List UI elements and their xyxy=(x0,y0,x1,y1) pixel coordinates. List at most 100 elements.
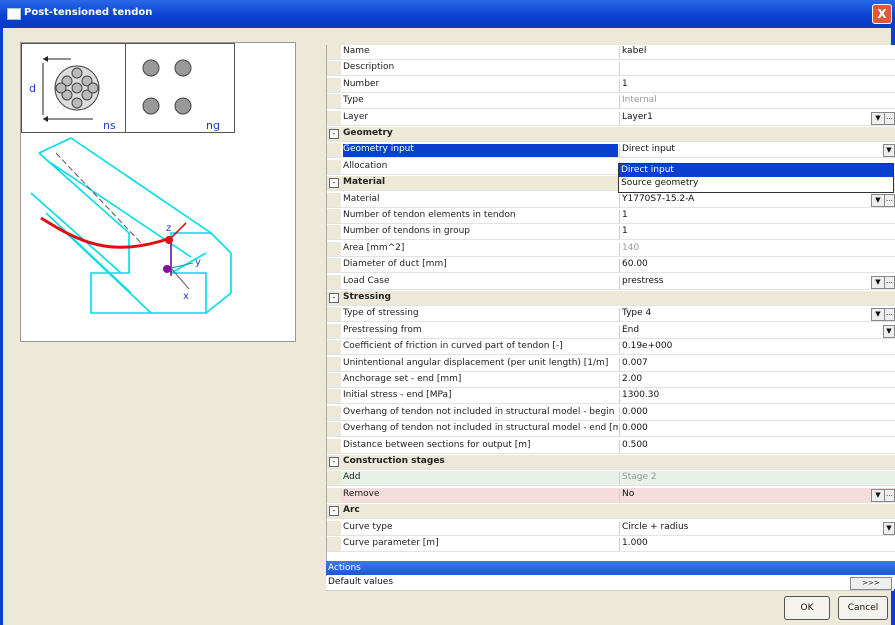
default-values-button[interactable]: >>> xyxy=(850,577,892,590)
property-name: Description xyxy=(343,62,395,73)
dropdown-arrow-icon[interactable]: ▼ xyxy=(883,144,895,158)
collapse-toggle-icon[interactable]: - xyxy=(329,293,339,303)
collapse-toggle-icon[interactable]: - xyxy=(329,506,339,517)
row-gutter xyxy=(327,487,341,502)
label-ns: ns xyxy=(103,119,116,132)
property-value[interactable]: 1 xyxy=(619,210,895,223)
label-d: d xyxy=(29,82,36,95)
property-value[interactable]: 0.500 xyxy=(619,439,895,453)
property-value[interactable]: Circle + radius xyxy=(619,521,895,535)
property-row[interactable]: Overhang of tendon not included in struc… xyxy=(327,405,895,421)
property-grid: Name kabel Description Number 1 Type Internal L… xyxy=(326,45,895,589)
property-row[interactable]: Name kabel xyxy=(327,45,895,60)
property-value[interactable]: Layer1 xyxy=(619,111,895,125)
close-button[interactable]: X xyxy=(872,4,892,24)
collapse-toggle-icon[interactable]: - xyxy=(329,178,339,189)
property-row[interactable]: Prestressing from End ▼ xyxy=(327,323,895,339)
property-value[interactable]: Direct input xyxy=(619,144,895,158)
property-value[interactable]: Type 4 xyxy=(619,308,895,322)
window-title: Post-tensioned tendon xyxy=(24,7,153,18)
label-y: y xyxy=(195,257,201,268)
property-row[interactable]: Type Internal xyxy=(327,94,895,110)
property-value[interactable]: 1300.30 xyxy=(619,390,895,404)
ellipsis-button[interactable]: … xyxy=(884,308,895,322)
property-value[interactable]: 0.000 xyxy=(619,423,895,437)
row-gutter xyxy=(327,61,341,76)
property-row[interactable]: Number of tendon elements in tendon 1 xyxy=(327,209,895,224)
collapse-toggle-icon[interactable]: - xyxy=(329,457,339,467)
property-row[interactable]: Geometry input Direct input ▼ xyxy=(327,143,895,159)
ellipsis-button[interactable]: … xyxy=(884,275,895,289)
property-row[interactable]: Unintentional angular displacement (per … xyxy=(327,356,895,372)
property-value[interactable]: 1 xyxy=(619,226,895,240)
property-value[interactable]: 0.19e+000 xyxy=(619,341,895,355)
dropdown-arrow-icon[interactable]: ▼ xyxy=(883,521,895,535)
dropdown-arrow-icon[interactable]: ▼ xyxy=(871,488,885,502)
default-values-row[interactable]: Default values >>> xyxy=(326,576,894,591)
property-row[interactable]: Distance between sections for output [m]… xyxy=(327,438,895,454)
dropdown-arrow-icon[interactable]: ▼ xyxy=(871,193,885,207)
ok-button[interactable]: OK xyxy=(784,596,830,620)
property-row[interactable]: Anchorage set - end [mm] 2.00 xyxy=(327,373,895,388)
property-value[interactable]: End xyxy=(619,324,895,338)
property-value[interactable]: 140 xyxy=(619,242,895,256)
category-row[interactable]: - Construction stages xyxy=(327,455,895,470)
cancel-button[interactable]: Cancel xyxy=(838,596,888,620)
property-row[interactable]: Material Y1770S7-15.2-A ▼… xyxy=(327,192,895,208)
property-value[interactable]: prestress xyxy=(619,275,895,289)
label-z: z xyxy=(166,223,171,234)
property-row[interactable]: Number 1 xyxy=(327,77,895,93)
property-row[interactable]: Coefficient of friction in curved part o… xyxy=(327,340,895,356)
property-row[interactable]: Curve parameter [m] 1.000 xyxy=(327,537,895,552)
property-row[interactable]: Layer Layer1 ▼… xyxy=(327,110,895,126)
property-value[interactable]: kabel xyxy=(619,46,895,59)
property-value[interactable]: No xyxy=(619,488,895,502)
dropdown-arrow-icon[interactable]: ▼ xyxy=(871,275,885,289)
property-row[interactable]: Add Stage 2 xyxy=(327,471,895,487)
dropdown-arrow-icon[interactable]: ▼ xyxy=(871,308,885,322)
ellipsis-button[interactable]: … xyxy=(884,111,895,125)
property-row[interactable]: Load Case prestress ▼… xyxy=(327,274,895,290)
row-gutter xyxy=(327,520,341,535)
property-value[interactable]: 60.00 xyxy=(619,259,895,273)
property-value[interactable] xyxy=(619,62,895,76)
property-value[interactable]: 2.00 xyxy=(619,374,895,387)
category-row[interactable]: - Geometry xyxy=(327,127,895,142)
property-name: Type xyxy=(343,95,364,106)
property-value[interactable]: 1.000 xyxy=(619,538,895,551)
dropdown-arrow-icon[interactable]: ▼ xyxy=(871,111,885,125)
property-name: Unintentional angular displacement (per … xyxy=(343,357,609,368)
row-gutter xyxy=(327,438,341,453)
property-value[interactable]: Internal xyxy=(619,95,895,109)
row-gutter xyxy=(327,143,341,158)
property-row[interactable]: Initial stress - end [MPa] 1300.30 xyxy=(327,389,895,405)
ellipsis-button[interactable]: … xyxy=(884,193,895,207)
property-name: Number xyxy=(343,78,380,89)
property-value[interactable]: Stage 2 xyxy=(619,472,895,486)
collapse-toggle-icon[interactable]: - xyxy=(329,129,339,139)
property-row[interactable]: Area [mm^2] 140 xyxy=(327,241,895,257)
property-name: Material xyxy=(343,193,380,204)
property-row[interactable]: Remove No ▼… xyxy=(327,487,895,503)
property-name: Area [mm^2] xyxy=(343,242,405,253)
geometry-input-dropdown-list[interactable]: Direct input Source geometry xyxy=(618,163,894,193)
dropdown-arrow-icon[interactable]: ▼ xyxy=(883,324,895,338)
row-gutter xyxy=(327,471,341,486)
property-value[interactable]: Y1770S7-15.2-A xyxy=(619,193,895,207)
actions-header: Actions xyxy=(326,561,895,575)
property-row[interactable]: Number of tendons in group 1 xyxy=(327,225,895,241)
property-value[interactable]: 1 xyxy=(619,78,895,92)
category-row[interactable]: - Stressing xyxy=(327,291,895,306)
dropdown-option[interactable]: Source geometry xyxy=(619,177,893,190)
dropdown-option[interactable]: Direct input xyxy=(619,164,893,177)
property-row[interactable]: Type of stressing Type 4 ▼… xyxy=(327,307,895,323)
category-row[interactable]: - Arc xyxy=(327,504,895,520)
property-value[interactable]: 0.000 xyxy=(619,406,895,420)
property-name: Number of tendon elements in tendon xyxy=(343,210,516,220)
property-row[interactable]: Diameter of duct [mm] 60.00 xyxy=(327,258,895,274)
property-row[interactable]: Overhang of tendon not included in struc… xyxy=(327,422,895,438)
property-row[interactable]: Description xyxy=(327,61,895,77)
property-row[interactable]: Curve type Circle + radius ▼ xyxy=(327,520,895,536)
ellipsis-button[interactable]: … xyxy=(884,488,895,502)
property-value[interactable]: 0.007 xyxy=(619,357,895,371)
